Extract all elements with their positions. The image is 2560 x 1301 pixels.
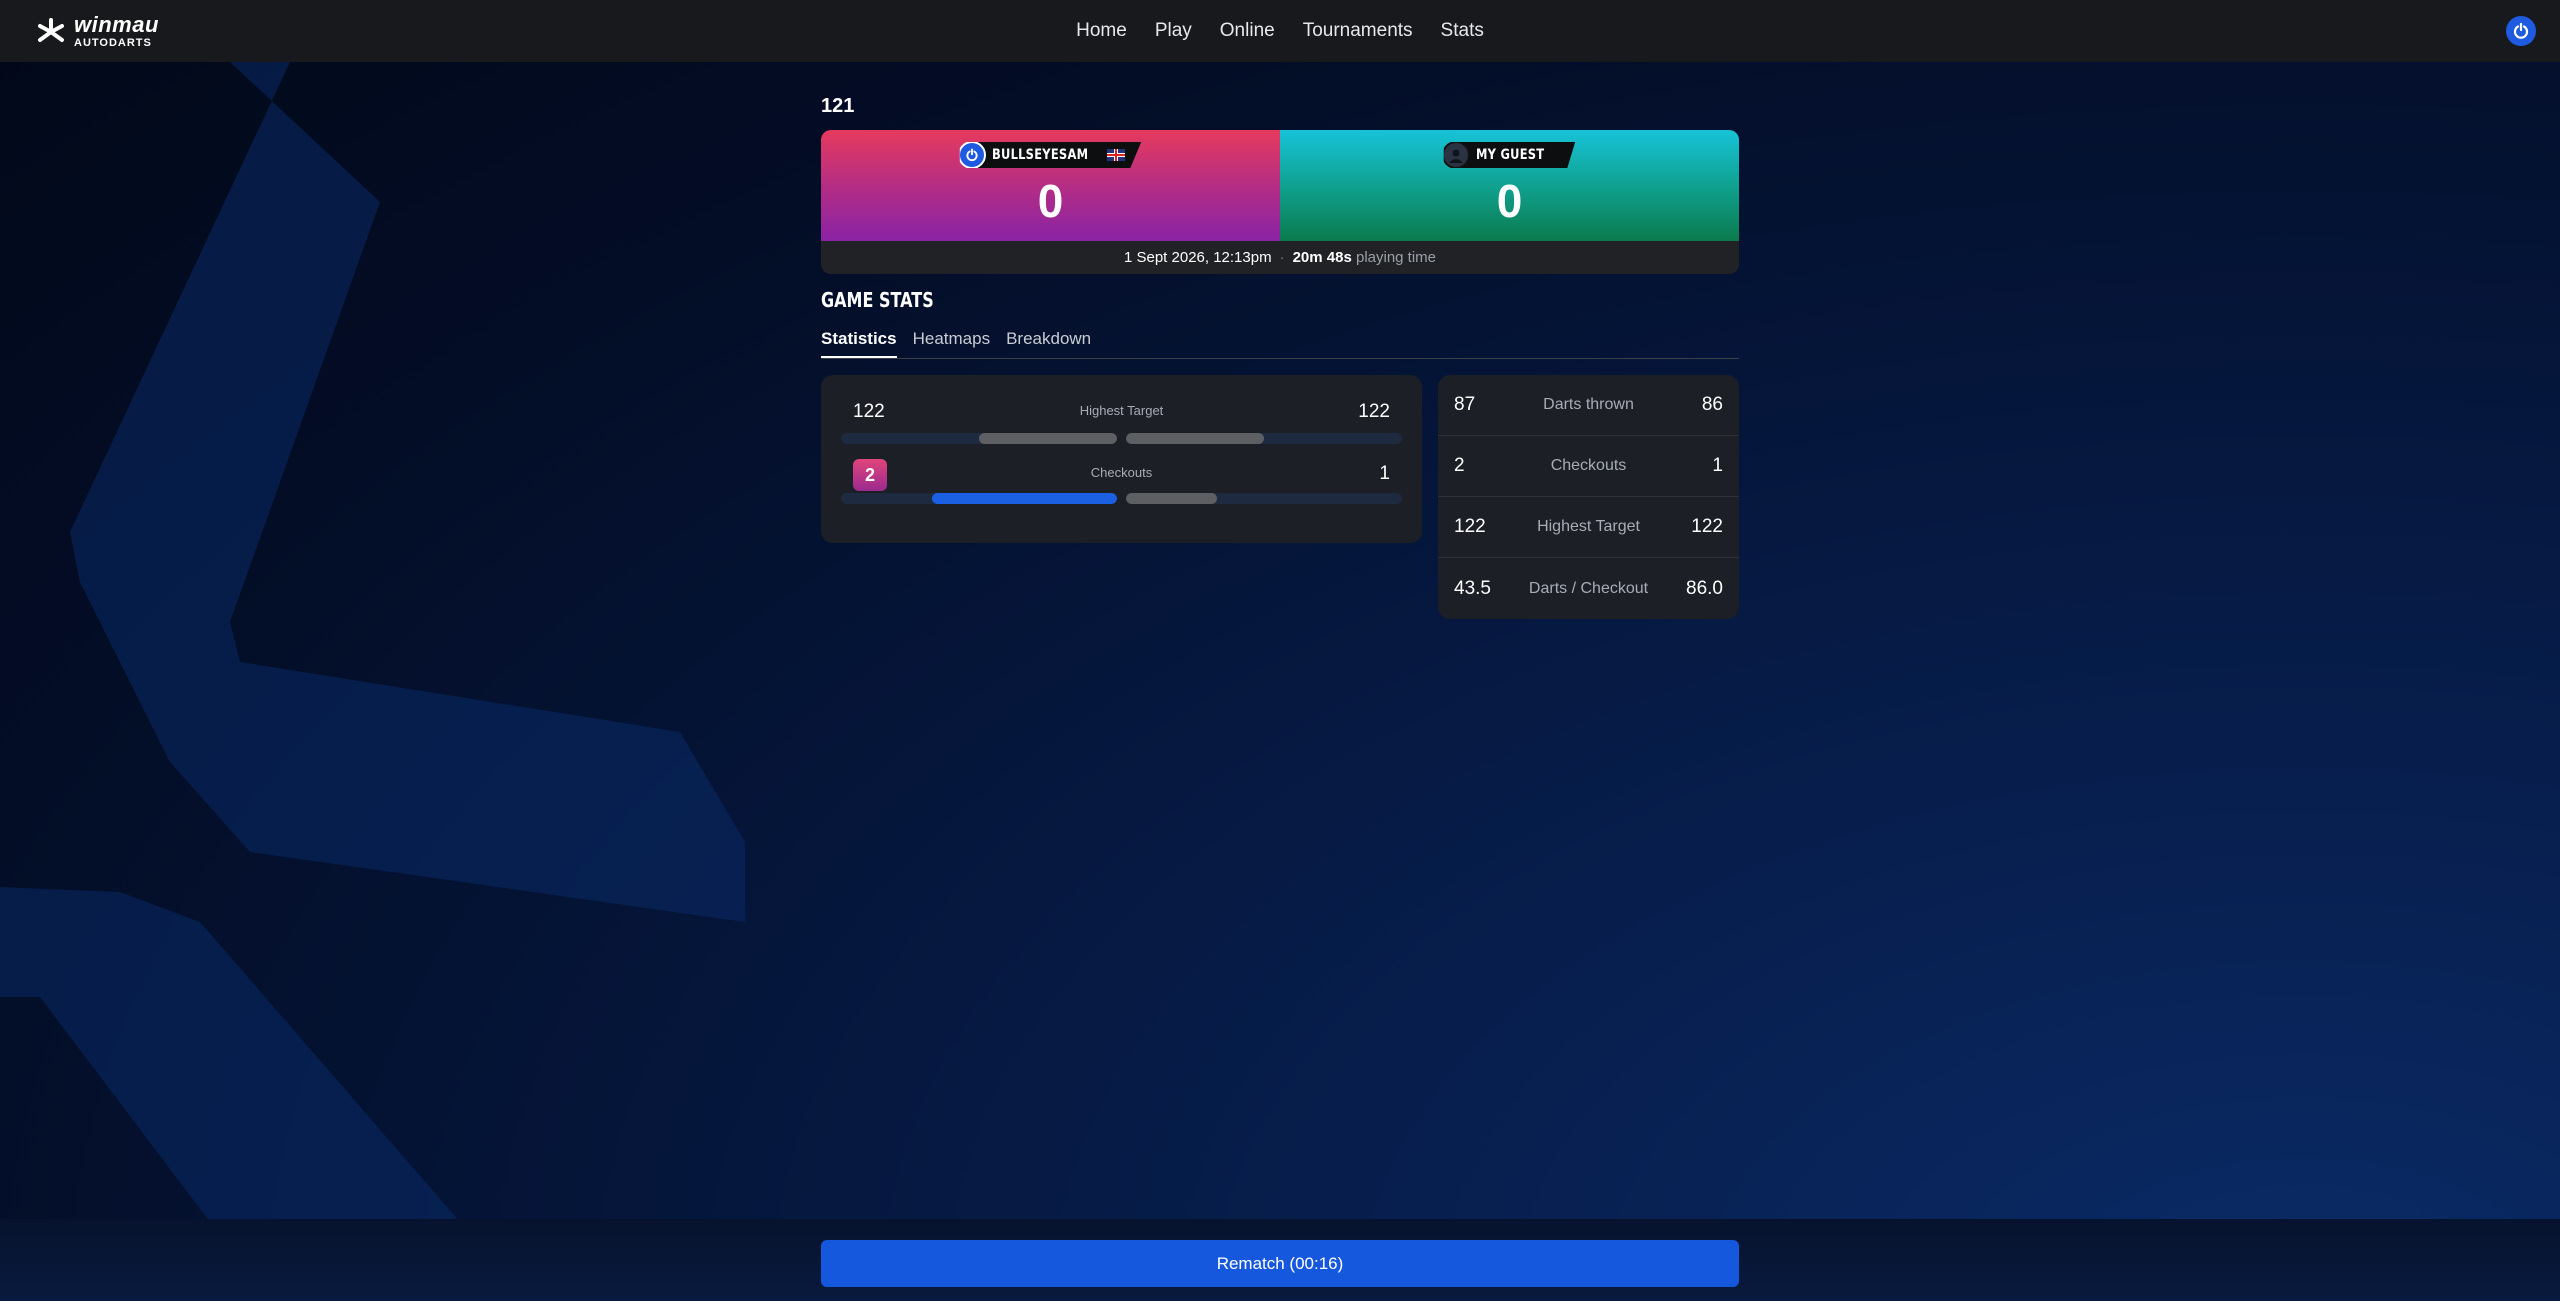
power-icon — [2513, 22, 2529, 39]
duration-suffix: playing time — [1355, 249, 1437, 266]
summary-label: Darts thrown — [1543, 396, 1634, 413]
comparison-label: Highest Target — [1079, 403, 1164, 418]
main-nav: Home Play Online Tournaments Stats — [1076, 20, 1484, 42]
player-2-tag[interactable]: MY GUEST — [1443, 142, 1576, 168]
separator-dot: · — [1279, 249, 1285, 266]
nav-play[interactable]: Play — [1155, 20, 1192, 42]
player-1-avatar — [959, 142, 986, 168]
nav-home[interactable]: Home — [1076, 20, 1127, 42]
tab-breakdown[interactable]: Breakdown — [1006, 327, 1091, 358]
nav-online[interactable]: Online — [1220, 20, 1275, 42]
summary-right: 86.0 — [1686, 577, 1723, 599]
left-bar — [841, 433, 1117, 444]
player-2-avatar — [1443, 142, 1470, 168]
summary-right: 122 — [1691, 516, 1723, 537]
left-bar-fill — [932, 493, 1117, 504]
match-title: 121 — [821, 95, 855, 117]
right-bar — [1126, 493, 1402, 504]
summary-left: 43.5 — [1454, 577, 1491, 599]
uk-flag-icon — [1107, 149, 1126, 161]
player-2-name: MY GUEST — [1475, 147, 1545, 163]
left-bar — [841, 493, 1117, 504]
tab-heatmaps[interactable]: Heatmaps — [913, 327, 990, 358]
summary-row: 122 Highest Target 122 — [1438, 497, 1739, 558]
right-bar-fill — [1126, 493, 1218, 504]
match-date: 1 Sept 2026, 12:13pm — [1123, 249, 1272, 266]
player-2-panel: MY GUEST 0 — [1280, 130, 1739, 241]
top-navbar: winmau AUTODARTS Home Play Online Tourna… — [0, 0, 2560, 62]
nav-stats[interactable]: Stats — [1441, 20, 1484, 42]
summary-left: 122 — [1454, 516, 1486, 537]
summary-label: Highest Target — [1537, 518, 1640, 535]
right-value: 1 — [1379, 463, 1390, 484]
player-1-tag[interactable]: BULLSEYESAM — [959, 142, 1142, 168]
right-value: 122 — [1358, 401, 1390, 422]
right-bar — [1126, 433, 1402, 444]
match-duration: 20m 48s — [1292, 249, 1352, 266]
player-1-name: BULLSEYESAM — [991, 147, 1089, 163]
comparison-row: 122 Highest Target 122 — [841, 375, 1402, 449]
winmau-logo-icon — [38, 17, 64, 42]
nav-tournaments[interactable]: Tournaments — [1303, 20, 1413, 42]
summary-left: 2 — [1454, 455, 1465, 476]
user-avatar-icon[interactable] — [2506, 16, 2536, 46]
player-1-panel: BULLSEYESAM 0 — [821, 130, 1280, 241]
summary-row: 43.5 Darts / Checkout 86.0 — [1438, 558, 1739, 619]
comparison-label: Checkouts — [1090, 465, 1153, 480]
summary-label: Checkouts — [1550, 457, 1627, 474]
summary-right: 86 — [1701, 394, 1723, 415]
stats-tabs: Statistics Heatmaps Breakdown — [821, 327, 1739, 359]
power-icon — [966, 148, 978, 162]
guest-user-icon — [1448, 149, 1463, 163]
player-2-score: 0 — [1496, 175, 1523, 227]
brand-logo[interactable]: winmau AUTODARTS — [36, 14, 159, 49]
match-meta: 1 Sept 2026, 12:13pm · 20m 48s playing t… — [821, 241, 1739, 274]
summary-left: 87 — [1454, 394, 1476, 415]
match-result-panel: 121 BULLSEYESAM 0 MY GUEST 0 1 Sept 2026… — [821, 95, 1739, 619]
background-logo-shape — [0, 62, 745, 1222]
player-1-score: 0 — [1037, 175, 1064, 227]
tab-statistics[interactable]: Statistics — [821, 327, 897, 358]
summary-row: 2 Checkouts 1 — [1438, 436, 1739, 497]
rematch-button[interactable]: Rematch (00:16) — [821, 1240, 1739, 1287]
summary-right: 1 — [1712, 455, 1723, 476]
summary-label: Darts / Checkout — [1528, 579, 1649, 597]
right-bar-fill — [1126, 433, 1264, 444]
stat-comparison-card: 122 Highest Target 122 2 Checkouts 1 — [821, 375, 1422, 543]
stat-summary-card: 87 Darts thrown 86 2 Checkouts 1 122 Hig… — [1438, 375, 1739, 619]
score-card: BULLSEYESAM 0 MY GUEST 0 1 Sept 2026, 12… — [821, 130, 1739, 274]
section-title: GAME STATS — [821, 288, 934, 312]
brand-name: winmau — [74, 12, 159, 37]
comparison-row: 2 Checkouts 1 — [841, 449, 1402, 523]
left-bar-fill — [979, 433, 1117, 444]
brand-subname: AUTODARTS — [74, 37, 152, 49]
summary-row: 87 Darts thrown 86 — [1438, 375, 1739, 436]
